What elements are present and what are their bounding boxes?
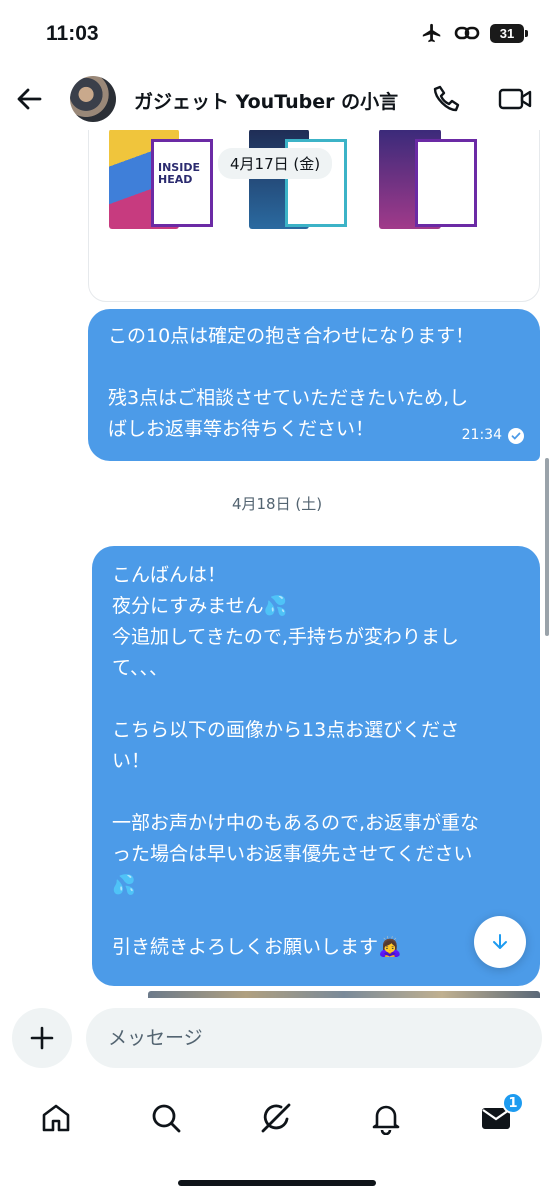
- message-line: 残3点はご相談させていただきたいため,し: [108, 387, 469, 409]
- read-receipt-icon: [508, 427, 524, 444]
- date-separator: 4月17日 (金): [218, 148, 333, 179]
- image-message-card[interactable]: INSIDE HEAD: [88, 110, 540, 302]
- home-indicator: [178, 1180, 376, 1186]
- message-composer: [0, 998, 554, 1080]
- message-line: こちら以下の画像から13点お選びくださ: [112, 719, 460, 741]
- message-line: 今追加してきたので,手持ちが変わりまし: [112, 626, 459, 648]
- tab-messages[interactable]: 1: [476, 1092, 524, 1138]
- message-time: 21:34: [461, 427, 502, 443]
- battery-indicator: 31: [490, 23, 528, 43]
- message-line: [112, 684, 520, 715]
- message-line: ばしお返事等お待ちください！: [108, 418, 375, 440]
- arrow-down-icon: [493, 934, 507, 949]
- message-line: った場合は早いお返事優先させてください: [112, 843, 473, 865]
- status-time: 11:03: [46, 22, 99, 45]
- message-line: [112, 901, 520, 932]
- chat-title[interactable]: ガジェット YouTuber の小言: [134, 87, 398, 114]
- date-separator: 4月18日 (土): [231, 495, 323, 513]
- unread-badge: 1: [502, 1092, 524, 1114]
- home-icon: [42, 1104, 70, 1132]
- message-line: 引き続きよろしくお願いします🙇‍♀️: [112, 936, 402, 958]
- message-line: [108, 352, 520, 383]
- link-icon: [454, 26, 480, 40]
- status-bar: 11:03 31: [0, 0, 554, 70]
- arrow-left-icon: [17, 88, 42, 110]
- grok-icon: [261, 1103, 291, 1133]
- airplane-icon: [422, 23, 441, 43]
- scroll-to-bottom-button[interactable]: [474, 916, 526, 968]
- bell-icon: [372, 1105, 400, 1135]
- message-line: 💦: [112, 874, 136, 896]
- add-attachment-button[interactable]: [12, 1008, 72, 1068]
- tab-notifications[interactable]: [366, 1098, 406, 1138]
- message-line: 一部お声かけ中のもあるので,お返事が重な: [112, 812, 480, 834]
- message-bubble[interactable]: この10点は確定の抱き合わせになります！ 残3点はご相談させていただきたいため,…: [88, 309, 540, 461]
- message-line: [112, 777, 520, 808]
- message-line: て、、、: [112, 657, 169, 679]
- message-line: 夜分にすみません💦: [112, 595, 288, 617]
- tab-grok[interactable]: [256, 1098, 296, 1138]
- video-camera-icon: [498, 88, 532, 110]
- poster-title: INSIDE HEAD: [158, 161, 200, 186]
- message-line: こんばんは！: [112, 564, 227, 586]
- video-call-button[interactable]: [498, 84, 532, 114]
- message-input[interactable]: [86, 1008, 542, 1068]
- chat-header: ガジェット YouTuber の小言: [0, 70, 554, 130]
- tab-search[interactable]: [146, 1098, 186, 1138]
- avatar[interactable]: [70, 76, 116, 122]
- search-icon: [152, 1104, 181, 1133]
- scrollbar[interactable]: [545, 458, 549, 636]
- message-meta: 21:34: [462, 420, 524, 451]
- message-line: この10点は確定の抱き合わせになります！: [108, 325, 475, 347]
- call-button[interactable]: [432, 84, 462, 114]
- status-icons: 31: [420, 22, 528, 44]
- film-card-image: INSIDE HEAD: [151, 139, 213, 227]
- message-bubble[interactable]: こんばんは！ 夜分にすみません💦 今追加してきたので,手持ちが変わりまし て、、…: [92, 546, 540, 986]
- plus-icon: [30, 1026, 54, 1050]
- tab-home[interactable]: [36, 1098, 76, 1138]
- back-button[interactable]: [14, 84, 44, 114]
- phone-icon: [433, 85, 460, 112]
- film-card-image: [415, 139, 477, 227]
- message-line: い！: [112, 750, 151, 772]
